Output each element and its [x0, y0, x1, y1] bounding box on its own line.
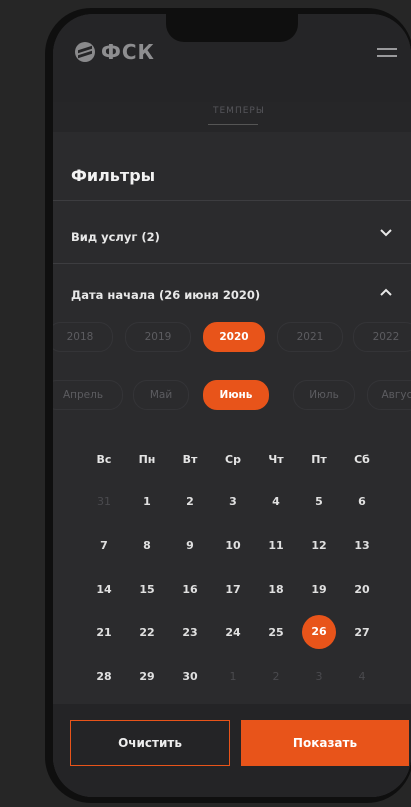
- calendar-day[interactable]: 18: [261, 583, 291, 596]
- calendar-day[interactable]: 2: [175, 495, 205, 508]
- calendar-day[interactable]: 10: [218, 539, 248, 552]
- month-pill-may[interactable]: Май: [133, 380, 189, 410]
- calendar-day[interactable]: 29: [132, 670, 162, 683]
- calendar-day: 4: [358, 670, 366, 683]
- calendar-day[interactable]: 7: [89, 539, 119, 552]
- phone-notch: [166, 14, 298, 42]
- calendar-day[interactable]: 3: [218, 495, 248, 508]
- weekday-header: Ср: [225, 453, 241, 466]
- logo-icon: [75, 42, 95, 62]
- month-pill-april[interactable]: Апрель: [53, 380, 123, 410]
- background-tabs: ТЕМПЕРЫ: [53, 102, 411, 132]
- calendar-day[interactable]: 6: [347, 495, 377, 508]
- divider: [53, 200, 411, 201]
- year-pill-2018[interactable]: 2018: [53, 322, 113, 352]
- weekday-header: Вт: [182, 453, 198, 466]
- weekday-header: Пт: [311, 453, 327, 466]
- calendar-day[interactable]: 27: [347, 626, 377, 639]
- calendar-day[interactable]: 9: [175, 539, 205, 552]
- month-pill-june[interactable]: Июнь: [203, 380, 269, 410]
- calendar-day[interactable]: 5: [304, 495, 334, 508]
- services-filter-label: Вид услуг (2): [71, 230, 160, 244]
- calendar-day[interactable]: 19: [304, 583, 334, 596]
- calendar-day[interactable]: 21: [89, 626, 119, 639]
- background-tab-active: ТЕМПЕРЫ: [213, 106, 265, 116]
- calendar-day-selected[interactable]: 26: [302, 615, 336, 649]
- year-pill-2020[interactable]: 2020: [203, 322, 265, 352]
- month-pill-august[interactable]: Август: [367, 380, 411, 410]
- calendar-day: 2: [272, 670, 280, 683]
- calendar-day[interactable]: 14: [89, 583, 119, 596]
- calendar-day[interactable]: 13: [347, 539, 377, 552]
- calendar-day[interactable]: 11: [261, 539, 291, 552]
- year-pill-2022[interactable]: 2022: [353, 322, 411, 352]
- filters-title: Фильтры: [71, 166, 156, 185]
- calendar-day[interactable]: 28: [89, 670, 119, 683]
- calendar-day[interactable]: 8: [132, 539, 162, 552]
- tab-underline: [208, 124, 258, 125]
- calendar-day[interactable]: 20: [347, 583, 377, 596]
- calendar-day[interactable]: 1: [132, 495, 162, 508]
- divider: [53, 263, 411, 264]
- weekday-header: Чт: [268, 453, 284, 466]
- calendar-day[interactable]: 17: [218, 583, 248, 596]
- calendar-day: 31: [97, 495, 111, 508]
- calendar-day: 3: [315, 670, 323, 683]
- calendar-day[interactable]: 16: [175, 583, 205, 596]
- calendar-day[interactable]: 22: [132, 626, 162, 639]
- phone-screen: ФСК ТЕМПЕРЫ Фильтры Вид услуг (2) Дата н…: [53, 14, 411, 797]
- logo-text: ФСК: [101, 40, 155, 64]
- chevron-up-icon[interactable]: [379, 285, 393, 301]
- show-button[interactable]: Показать: [241, 720, 409, 766]
- calendar-day[interactable]: 12: [304, 539, 334, 552]
- year-pill-2021[interactable]: 2021: [277, 322, 343, 352]
- chevron-down-icon[interactable]: [379, 226, 393, 242]
- calendar-day[interactable]: 25: [261, 626, 291, 639]
- year-pill-2019[interactable]: 2019: [125, 322, 191, 352]
- logo[interactable]: ФСК: [75, 40, 155, 64]
- calendar-day[interactable]: 15: [132, 583, 162, 596]
- calendar-day: 1: [229, 670, 237, 683]
- weekday-header: Вс: [96, 453, 112, 466]
- weekday-header: Сб: [354, 453, 370, 466]
- calendar-day[interactable]: 4: [261, 495, 291, 508]
- calendar-day[interactable]: 30: [175, 670, 205, 683]
- hamburger-icon[interactable]: [377, 48, 397, 62]
- month-pill-july[interactable]: Июль: [293, 380, 355, 410]
- calendar-day[interactable]: 23: [175, 626, 205, 639]
- weekday-header: Пн: [138, 453, 156, 466]
- clear-button[interactable]: Очистить: [70, 720, 230, 766]
- start-date-filter-label: Дата начала (26 июня 2020): [71, 288, 261, 302]
- calendar-day[interactable]: 24: [218, 626, 248, 639]
